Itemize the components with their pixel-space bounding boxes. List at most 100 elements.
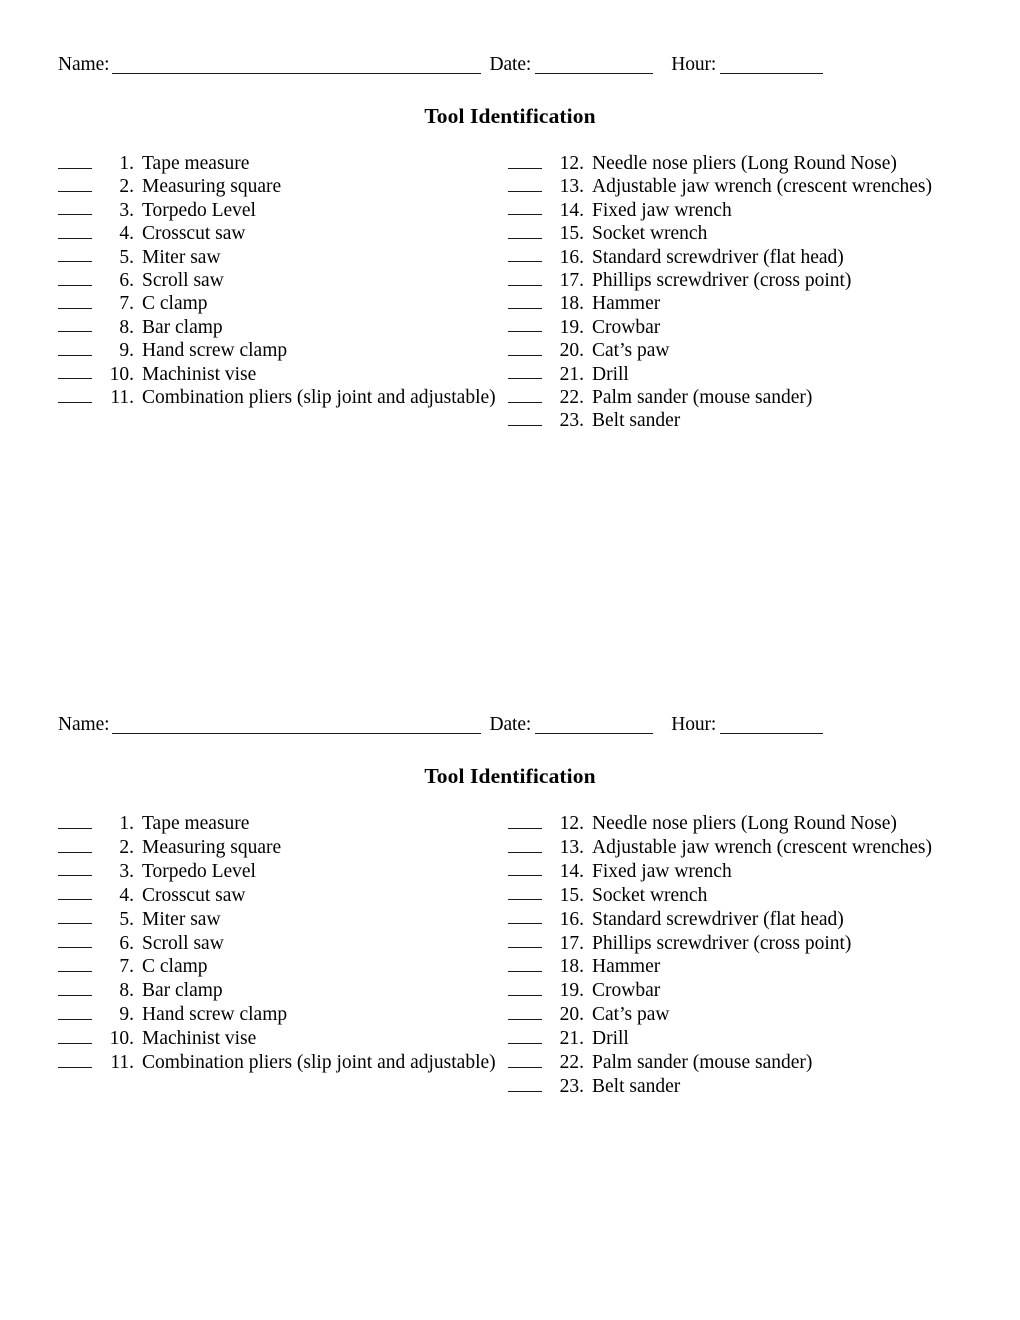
answer-blank-line[interactable] (508, 284, 542, 286)
answer-blank-line[interactable] (508, 354, 542, 356)
item-label: Adjustable jaw wrench (crescent wrenches… (592, 836, 933, 858)
answer-blank-line[interactable] (508, 425, 542, 427)
answer-blank-line[interactable] (58, 1018, 92, 1020)
item-number: 4. (119, 884, 134, 906)
answer-blank-line[interactable] (508, 851, 542, 853)
answer-blank-line[interactable] (58, 401, 92, 403)
answer-blank-line[interactable] (508, 214, 542, 216)
item-label: Belt sander (592, 410, 681, 432)
answer-blank-line[interactable] (508, 261, 542, 263)
answer-blank-line[interactable] (508, 167, 542, 169)
item-number: 15. (559, 884, 584, 906)
item-label: Hand screw clamp (142, 340, 288, 362)
student-info-header: Name: Date: Hour: (0, 52, 1020, 82)
answer-blank-line[interactable] (508, 827, 542, 829)
hour-input-line[interactable] (720, 733, 824, 734)
list-item: 9. Hand screw clamp (58, 1003, 508, 1027)
item-number: 15. (559, 223, 584, 245)
answer-blank-line[interactable] (508, 308, 542, 310)
list-item: 2. Measuring square (58, 836, 508, 860)
list-item: 12. Needle nose pliers (Long Round Nose) (508, 812, 978, 836)
answer-blank-line[interactable] (58, 354, 92, 356)
answer-blank-line[interactable] (58, 971, 92, 973)
item-label: Hand screw clamp (142, 1004, 288, 1026)
answer-blank-line[interactable] (508, 899, 542, 901)
name-input-line[interactable] (112, 733, 482, 734)
item-number: 3. (119, 860, 134, 882)
answer-blank-line[interactable] (508, 1090, 542, 1092)
answer-blank-line[interactable] (508, 401, 542, 403)
list-item: 18. Hammer (508, 292, 978, 315)
answer-blank-line[interactable] (508, 331, 542, 333)
answer-blank-line[interactable] (508, 923, 542, 925)
answer-blank-line[interactable] (508, 971, 542, 973)
answer-blank-line[interactable] (58, 308, 92, 310)
answer-blank-line[interactable] (508, 1042, 542, 1044)
item-label: Drill (592, 1028, 629, 1050)
page-title: Tool Identification (424, 104, 596, 128)
hour-input-line[interactable] (720, 73, 824, 74)
name-input-line[interactable] (112, 73, 482, 74)
item-number: 21. (559, 1028, 584, 1050)
worksheet-copy-1: Name: Date: Hour: Tool Identification 1. T… (0, 52, 1020, 433)
list-item: 6. Scroll saw (58, 932, 508, 956)
answer-blank-line[interactable] (58, 1066, 92, 1068)
answer-blank-line[interactable] (58, 947, 92, 949)
answer-blank-line[interactable] (58, 378, 92, 380)
item-label: Bar clamp (142, 316, 223, 338)
answer-blank-line[interactable] (58, 851, 92, 853)
answer-blank-line[interactable] (58, 331, 92, 333)
answer-blank-line[interactable] (58, 994, 92, 996)
tool-list-left-column: 1. Tape measure 2. Measuring square 3. T… (58, 812, 508, 1075)
item-label: Adjustable jaw wrench (crescent wrenches… (592, 176, 933, 198)
answer-blank-line[interactable] (58, 1042, 92, 1044)
answer-blank-line[interactable] (58, 827, 92, 829)
answer-blank-line[interactable] (58, 191, 92, 192)
list-item: 12. Needle nose pliers (Long Round Nose) (508, 152, 978, 175)
answer-blank-line[interactable] (58, 261, 92, 263)
item-label: Crosscut saw (142, 223, 246, 245)
answer-blank-line[interactable] (508, 378, 542, 380)
answer-blank-line[interactable] (58, 284, 92, 286)
student-info-header: Name: Date: Hour: (0, 712, 1020, 742)
answer-blank-line[interactable] (508, 875, 542, 877)
tool-list-right: 12. Needle nose pliers (Long Round Nose)… (508, 812, 978, 1099)
answer-blank-line[interactable] (508, 994, 542, 996)
answer-blank-line[interactable] (508, 1066, 542, 1068)
item-number: 1. (119, 153, 134, 174)
item-label: Fixed jaw wrench (592, 199, 732, 221)
item-label: Measuring square (142, 836, 282, 858)
list-item: 22. Palm sander (mouse sander) (508, 1051, 978, 1075)
item-number: 16. (559, 908, 584, 930)
answer-blank-line[interactable] (58, 923, 92, 925)
answer-blank-line[interactable] (508, 237, 542, 239)
item-number: 13. (559, 836, 584, 858)
item-label: Cat’s paw (592, 340, 670, 362)
answer-blank-line[interactable] (58, 237, 92, 239)
item-number: 6. (119, 932, 134, 954)
item-number: 22. (559, 1052, 584, 1074)
item-number: 6. (119, 270, 134, 292)
answer-blank-line[interactable] (508, 947, 542, 949)
item-number: 1. (119, 813, 134, 834)
date-field-group: Date: (489, 714, 654, 735)
list-item: 17. Phillips screwdriver (cross point) (508, 269, 978, 292)
date-input-line[interactable] (535, 733, 654, 734)
item-number: 19. (559, 980, 584, 1002)
item-label: Bar clamp (142, 980, 223, 1002)
answer-blank-line[interactable] (508, 1018, 542, 1020)
answer-blank-line[interactable] (58, 214, 92, 216)
list-item: 22. Palm sander (mouse sander) (508, 386, 978, 409)
item-label: Torpedo Level (142, 199, 256, 221)
hour-label: Hour: (671, 714, 717, 735)
item-label: Combination pliers (slip joint and adjus… (142, 387, 496, 409)
date-input-line[interactable] (535, 73, 654, 74)
item-label: Socket wrench (592, 223, 708, 245)
list-item: 23. Belt sander (508, 1075, 978, 1099)
answer-blank-line[interactable] (58, 875, 92, 877)
answer-blank-line[interactable] (58, 899, 92, 901)
item-label: Machinist vise (142, 363, 257, 385)
answer-blank-line[interactable] (508, 191, 542, 192)
answer-blank-line[interactable] (58, 167, 92, 169)
list-item: 5. Miter saw (58, 246, 508, 269)
